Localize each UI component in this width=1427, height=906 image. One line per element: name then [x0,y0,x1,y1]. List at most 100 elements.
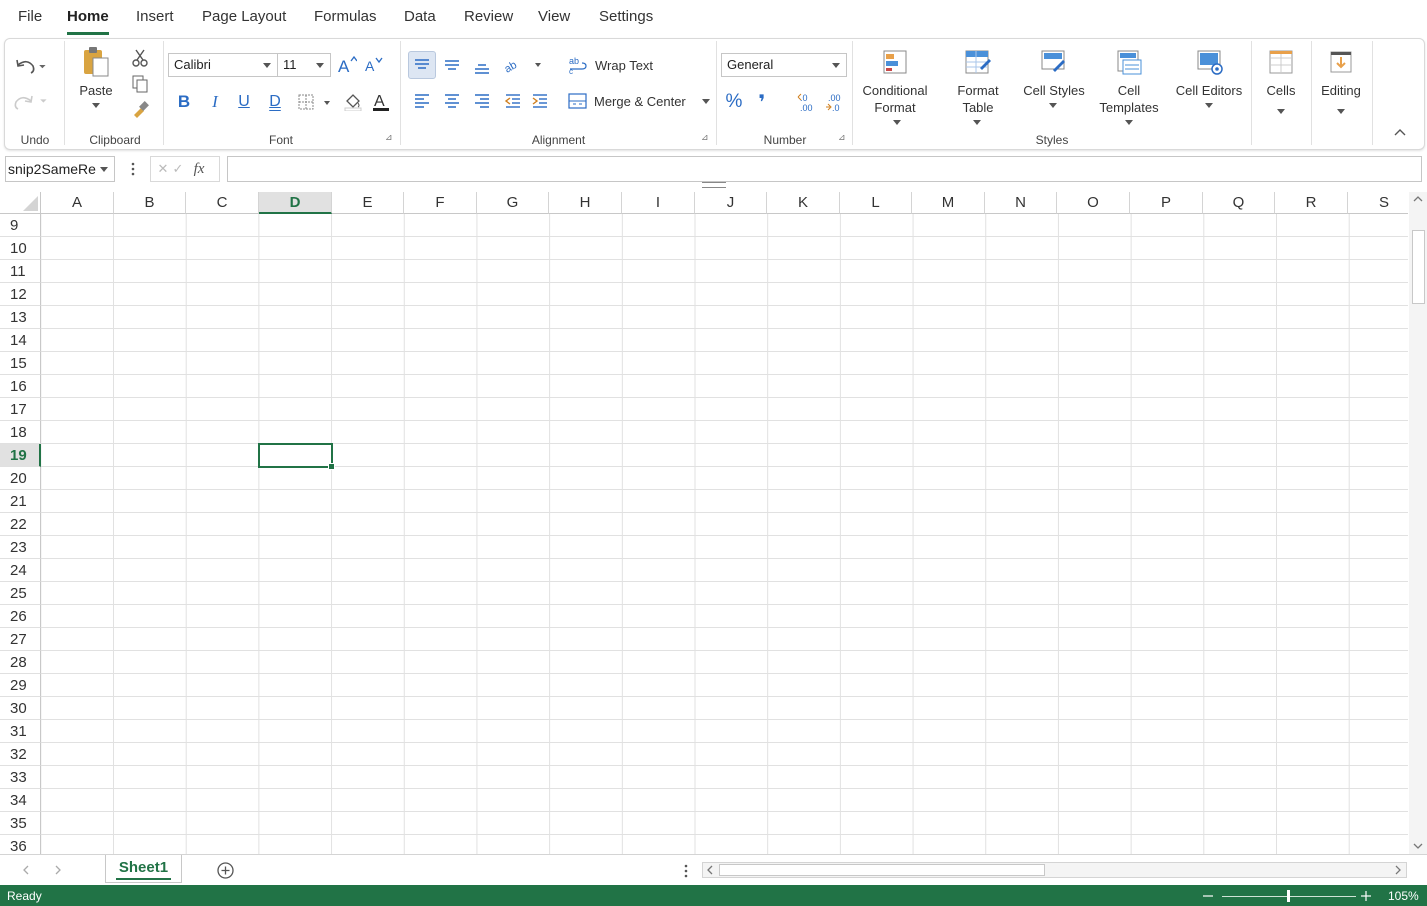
orientation-button[interactable]: ab [502,53,542,77]
column-header-k[interactable]: K [767,192,840,214]
column-header-p[interactable]: P [1130,192,1203,214]
alignment-dialog-launcher-icon[interactable]: ⊿ [701,133,709,142]
align-bottom-button[interactable] [469,55,495,79]
row-header-17[interactable]: 17 [0,398,41,421]
row-header-35[interactable]: 35 [0,812,41,835]
increase-indent-button[interactable] [527,89,553,113]
row-header-36[interactable]: 36 [0,835,41,854]
row-header-11[interactable]: 11 [0,260,41,283]
column-header-i[interactable]: I [622,192,695,214]
bold-button[interactable]: B [173,91,195,113]
comma-style-button[interactable]: ❜ [751,90,773,114]
column-header-f[interactable]: F [404,192,477,214]
row-header-25[interactable]: 25 [0,582,41,605]
chevron-down-icon[interactable] [1337,109,1345,114]
decrease-font-button[interactable]: A [362,53,384,77]
row-header-9[interactable]: 9 [0,214,41,237]
vertical-scrollbar[interactable] [1409,192,1427,854]
select-all-corner[interactable] [0,192,41,214]
formula-input[interactable] [227,156,1422,182]
font-name-select[interactable]: Calibri [168,53,278,77]
column-header-s[interactable]: S [1348,192,1408,214]
next-sheet-icon[interactable] [54,865,62,875]
menu-tab-page-layout[interactable]: Page Layout [202,8,286,25]
double-underline-button[interactable]: D [264,91,286,113]
percent-style-button[interactable]: % [723,90,745,114]
conditional-format-button[interactable] [878,47,912,77]
zoom-out-icon[interactable] [1202,890,1214,902]
align-center-button[interactable] [439,89,465,113]
menu-tab-home[interactable]: Home [67,8,109,35]
menu-tab-file[interactable]: File [18,8,42,25]
zoom-level[interactable]: 105% [1388,889,1419,903]
row-header-27[interactable]: 27 [0,628,41,651]
name-box[interactable]: snip2SameRe [5,156,115,182]
column-header-e[interactable]: E [332,192,404,214]
borders-button[interactable] [296,91,334,113]
row-header-32[interactable]: 32 [0,743,41,766]
cut-button[interactable] [129,47,151,69]
row-header-12[interactable]: 12 [0,283,41,306]
chevron-down-icon[interactable] [1049,103,1057,108]
underline-button[interactable]: U [233,91,255,113]
font-size-select[interactable]: 11 [277,53,331,77]
wrap-text-button[interactable]: ab c Wrap Text [568,53,668,77]
column-header-q[interactable]: Q [1203,192,1275,214]
row-header-26[interactable]: 26 [0,605,41,628]
column-header-g[interactable]: G [477,192,549,214]
active-cell[interactable] [258,443,335,470]
chevron-down-icon[interactable] [100,167,108,172]
vertical-scroll-thumb[interactable] [1412,230,1425,304]
row-header-10[interactable]: 10 [0,237,41,260]
column-header-a[interactable]: A [41,192,114,214]
cell-templates-button[interactable] [1112,47,1146,77]
row-header-14[interactable]: 14 [0,329,41,352]
column-header-o[interactable]: O [1057,192,1130,214]
column-header-m[interactable]: M [912,192,985,214]
cell-editors-button[interactable] [1192,47,1226,77]
merge-center-button[interactable]: Merge & Center [568,89,716,113]
row-header-33[interactable]: 33 [0,766,41,789]
horizontal-scrollbar[interactable] [702,862,1407,878]
column-header-h[interactable]: H [549,192,622,214]
number-dialog-launcher-icon[interactable]: ⊿ [838,133,846,142]
cancel-formula-icon[interactable]: ✕ [157,160,169,178]
row-header-29[interactable]: 29 [0,674,41,697]
chevron-down-icon[interactable] [1125,120,1133,125]
decrease-indent-button[interactable] [500,89,526,113]
fill-color-button[interactable] [342,89,364,113]
vertical-dots-icon[interactable] [684,863,688,879]
font-dialog-launcher-icon[interactable]: ⊿ [385,133,393,142]
undo-button[interactable] [11,55,49,77]
column-header-n[interactable]: N [985,192,1057,214]
column-header-r[interactable]: R [1275,192,1348,214]
row-header-22[interactable]: 22 [0,513,41,536]
more-options-button[interactable] [127,158,139,180]
increase-font-button[interactable]: A [336,53,358,77]
row-header-30[interactable]: 30 [0,697,41,720]
column-header-c[interactable]: C [186,192,259,214]
format-painter-button[interactable] [129,99,151,121]
prev-sheet-icon[interactable] [22,865,30,875]
row-header-18[interactable]: 18 [0,421,41,444]
redo-button[interactable] [11,91,49,113]
sheet-tab-sheet1[interactable]: Sheet1 [105,855,182,883]
zoom-slider-thumb[interactable] [1287,890,1290,902]
menu-tab-formulas[interactable]: Formulas [314,8,377,25]
menu-tab-view[interactable]: View [538,8,570,25]
menu-tab-insert[interactable]: Insert [136,8,174,25]
row-header-15[interactable]: 15 [0,352,41,375]
column-header-l[interactable]: L [840,192,912,214]
menu-tab-settings[interactable]: Settings [599,8,653,25]
formula-bar-resize-handle[interactable] [702,182,726,188]
column-header-b[interactable]: B [114,192,186,214]
row-header-20[interactable]: 20 [0,467,41,490]
chevron-down-icon[interactable] [973,120,981,125]
collapse-ribbon-button[interactable] [1390,123,1410,141]
paste-dropdown-icon[interactable] [92,103,100,108]
add-sheet-icon[interactable] [216,861,235,880]
row-header-24[interactable]: 24 [0,559,41,582]
font-color-button[interactable]: A [370,89,392,113]
align-middle-button[interactable] [439,53,465,77]
chevron-down-icon[interactable] [1205,103,1213,108]
